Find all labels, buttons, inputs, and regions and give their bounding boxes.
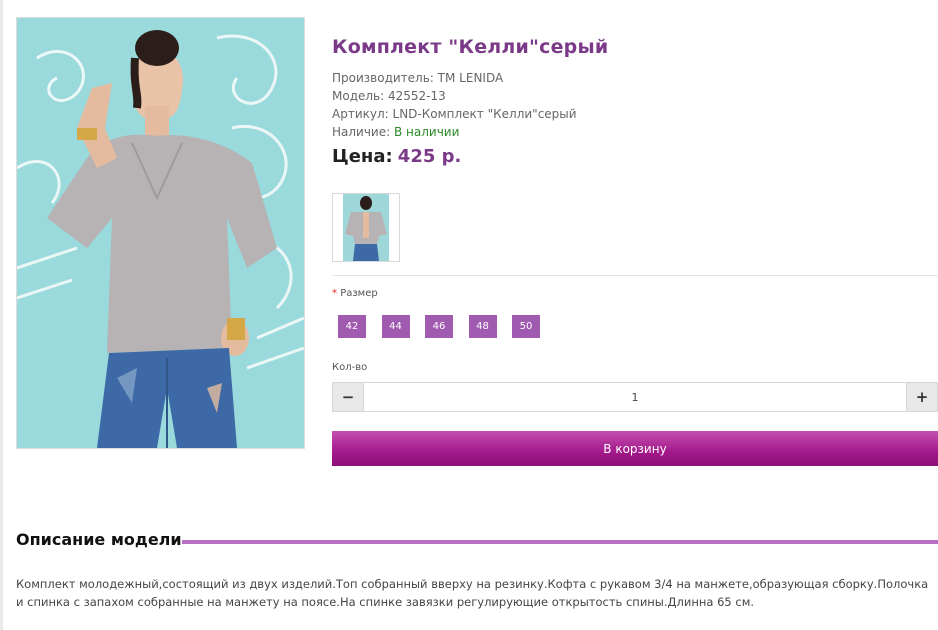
size-option-50[interactable]: 50 [512,315,540,338]
quantity-decrease-button[interactable]: − [333,383,364,411]
model-row: Модель: 42552-13 [332,87,577,105]
availability-row: Наличие: В наличии [332,123,577,141]
manufacturer-row: Производитель: ТМ LENIDA [332,69,577,87]
required-mark: * [332,288,337,299]
size-label: * Размер [332,288,378,299]
sku-label: Артикул: [332,107,389,121]
availability-status: В наличии [394,125,460,139]
price-value: 425 р. [397,146,462,167]
model-value: 42552-13 [388,89,446,103]
product-title: Комплект "Келли"серый [332,36,609,58]
price-label: Цена: [332,146,393,167]
product-main-image[interactable] [16,17,305,449]
quantity-label: Кол-во [332,362,368,373]
size-option-44[interactable]: 44 [381,315,410,338]
product-photo [17,18,304,448]
model-label: Модель: [332,89,385,103]
manufacturer-label: Производитель: [332,71,434,85]
description-text: Комплект молодежный,состоящий из двух из… [16,577,929,609]
sku-value: LND-Комплект "Келли"серый [392,107,577,121]
section-divider [332,275,938,276]
size-option-48[interactable]: 48 [468,315,497,338]
thumbnail-photo [333,194,399,261]
size-options: 42 44 46 48 50 [338,315,556,338]
size-option-42[interactable]: 42 [338,315,366,338]
sku-row: Артикул: LND-Комплект "Келли"серый [332,105,577,123]
description-header: Описание модели [16,530,938,552]
quantity-input[interactable] [364,383,906,411]
description-heading-rule [182,540,938,544]
availability-label: Наличие: [332,125,391,139]
manufacturer-value: ТМ LENIDA [437,71,504,85]
product-thumbnail[interactable] [332,193,400,262]
page-left-border [0,0,3,630]
product-meta: Производитель: ТМ LENIDA Модель: 42552-1… [332,69,577,141]
price-row: Цена: 425 р. [332,146,461,167]
description-heading: Описание модели [16,530,182,549]
add-to-cart-button[interactable]: В корзину [332,431,938,466]
size-label-text: Размер [340,288,378,299]
size-option-46[interactable]: 46 [425,315,453,338]
quantity-stepper: − + [332,382,938,412]
quantity-increase-button[interactable]: + [906,383,937,411]
